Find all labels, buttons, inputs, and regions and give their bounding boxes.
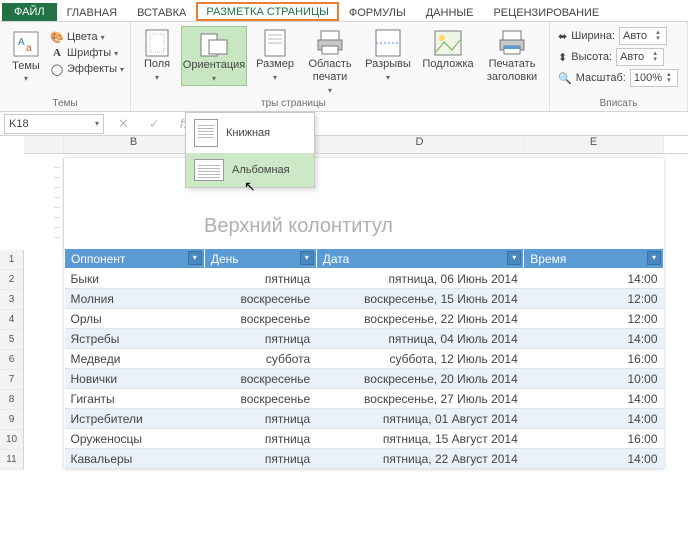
filter-icon[interactable]: ▾ [647,251,661,265]
themes-group-label: Темы [6,96,124,109]
table-row[interactable]: Быкипятницапятница, 06 Июнь 201414:00 [65,269,664,289]
tab-home[interactable]: ГЛАВНАЯ [57,4,127,21]
breaks-icon [372,28,404,58]
table-row[interactable]: Ястребыпятницапятница, 04 Июль 201414:00 [65,329,664,349]
table-header-row: Оппонент▾ День▾ Дата▾ Время▾ [65,249,664,269]
filter-icon[interactable]: ▾ [300,251,314,265]
margins-icon [141,28,173,58]
row-hdr[interactable]: 11 [0,450,24,470]
worksheet-area: B C D E 1 2 3 4 5 6 7 8 9 10 11 Верхний … [0,136,688,543]
scale-control[interactable]: 🔍Масштаб:100%▴▾ [558,68,678,88]
print-titles-icon [496,28,528,58]
ribbon: Aa Темы ▾ 🎨Цвета ▾ AШрифты ▾ ◯Эффекты ▾ … [0,22,688,112]
th-date[interactable]: Дата▾ [316,249,524,269]
tab-formulas[interactable]: ФОРМУЛЫ [339,4,416,21]
col-d[interactable]: D [316,136,524,153]
orientation-portrait[interactable]: Книжная [186,113,314,153]
formula-bar: K18▾ ✕ ✓ fx [0,112,688,136]
row-hdr[interactable]: 1 [0,250,24,270]
table-row[interactable]: Медведисубботасуббота, 12 Июль 201416:00 [65,349,664,369]
svg-text:A: A [18,37,25,48]
row-hdr[interactable]: 7 [0,370,24,390]
tab-insert[interactable]: ВСТАВКА [127,4,196,21]
table-row[interactable]: Гигантывоскресеньевоскресенье, 27 Июль 2… [65,389,664,409]
col-a[interactable] [24,136,64,153]
row-hdr[interactable]: 10 [0,430,24,450]
fonts-button[interactable]: AШрифты ▾ [50,46,124,60]
table-row[interactable]: Оруженосцыпятницапятница, 15 Август 2014… [65,429,664,449]
print-titles-button[interactable]: Печатать заголовки [481,26,543,84]
table-row[interactable]: Новичкивоскресеньевоскресенье, 20 Июль 2… [65,369,664,389]
page-params-label: тры страницы [261,96,326,109]
effects-icon: ◯ [50,62,64,76]
effects-button[interactable]: ◯Эффекты ▾ [50,62,124,76]
fonts-icon: A [50,46,64,60]
row-hdr[interactable]: 2 [0,270,24,290]
margins-button[interactable]: Поля▾ [137,26,177,84]
print-area-button[interactable]: Область печати▾ [303,26,357,97]
landscape-icon [194,159,224,181]
data-table: Оппонент▾ День▾ Дата▾ Время▾ Быкипятница… [64,248,664,469]
caret-icon: ▾ [24,74,28,83]
orientation-menu: Книжная Альбомная [185,112,315,188]
fit-group-label: Вписать [558,96,679,109]
th-opponent[interactable]: Оппонент▾ [65,249,205,269]
print-area-icon [314,28,346,58]
cancel-icon[interactable]: ✕ [108,116,139,132]
filter-icon[interactable]: ▾ [188,251,202,265]
row-hdr[interactable]: 8 [0,390,24,410]
themes-label: Темы [12,60,40,72]
column-headers: B C D E [24,136,688,154]
width-control[interactable]: ⬌Ширина:Авто▴▾ [558,26,667,46]
th-day[interactable]: День▾ [204,249,316,269]
table-row[interactable]: Орлывоскресеньевоскресенье, 22 Июнь 2014… [65,309,664,329]
ruler [24,158,64,250]
row-hdr[interactable]: 6 [0,350,24,370]
row-hdr[interactable]: 5 [0,330,24,350]
tab-review[interactable]: РЕЦЕНЗИРОВАНИЕ [483,4,609,21]
tab-page-layout[interactable]: РАЗМЕТКА СТРАНИЦЫ [196,2,338,21]
enter-icon[interactable]: ✓ [139,116,170,132]
chevron-down-icon: ▾ [95,119,99,128]
themes-button[interactable]: Aa Темы ▾ [6,26,46,83]
themes-icon: Aa [12,30,40,58]
portrait-icon [194,119,218,147]
colors-button[interactable]: 🎨Цвета ▾ [50,30,124,44]
page-preview: Верхний колонтитул Оппонент▾ День▾ Дата▾… [64,158,664,469]
th-time[interactable]: Время▾ [524,249,664,269]
filter-icon[interactable]: ▾ [507,251,521,265]
table-row[interactable]: Молниявоскресеньевоскресенье, 15 Июнь 20… [65,289,664,309]
row-headers: 1 2 3 4 5 6 7 8 9 10 11 [0,250,24,470]
breaks-button[interactable]: Разрывы▾ [361,26,415,84]
cursor-icon: ↖ [244,178,256,195]
col-e[interactable]: E [524,136,664,153]
svg-text:a: a [26,43,32,54]
colors-icon: 🎨 [50,30,64,44]
page-header-area[interactable]: Верхний колонтитул [64,158,664,248]
row-hdr[interactable]: 9 [0,410,24,430]
background-button[interactable]: Подложка [419,26,477,71]
table-row[interactable]: Истребителипятницапятница, 01 Август 201… [65,409,664,429]
height-control[interactable]: ⬍Высота:Авто▴▾ [558,47,664,67]
name-box[interactable]: K18▾ [4,114,104,134]
table-row[interactable]: Кавальерыпятницапятница, 22 Август 20141… [65,449,664,469]
orientation-icon [198,29,230,59]
row-hdr[interactable]: 3 [0,290,24,310]
ribbon-tabs: ФАЙЛ ГЛАВНАЯ ВСТАВКА РАЗМЕТКА СТРАНИЦЫ Ф… [0,0,688,22]
background-icon [432,28,464,58]
col-b[interactable]: B [64,136,204,153]
orientation-button[interactable]: Ориентация▾ [181,26,247,86]
tab-file[interactable]: ФАЙЛ [2,3,57,21]
size-icon [259,28,291,58]
tab-data[interactable]: ДАННЫЕ [416,4,484,21]
size-button[interactable]: Размер▾ [251,26,299,84]
row-hdr[interactable]: 4 [0,310,24,330]
